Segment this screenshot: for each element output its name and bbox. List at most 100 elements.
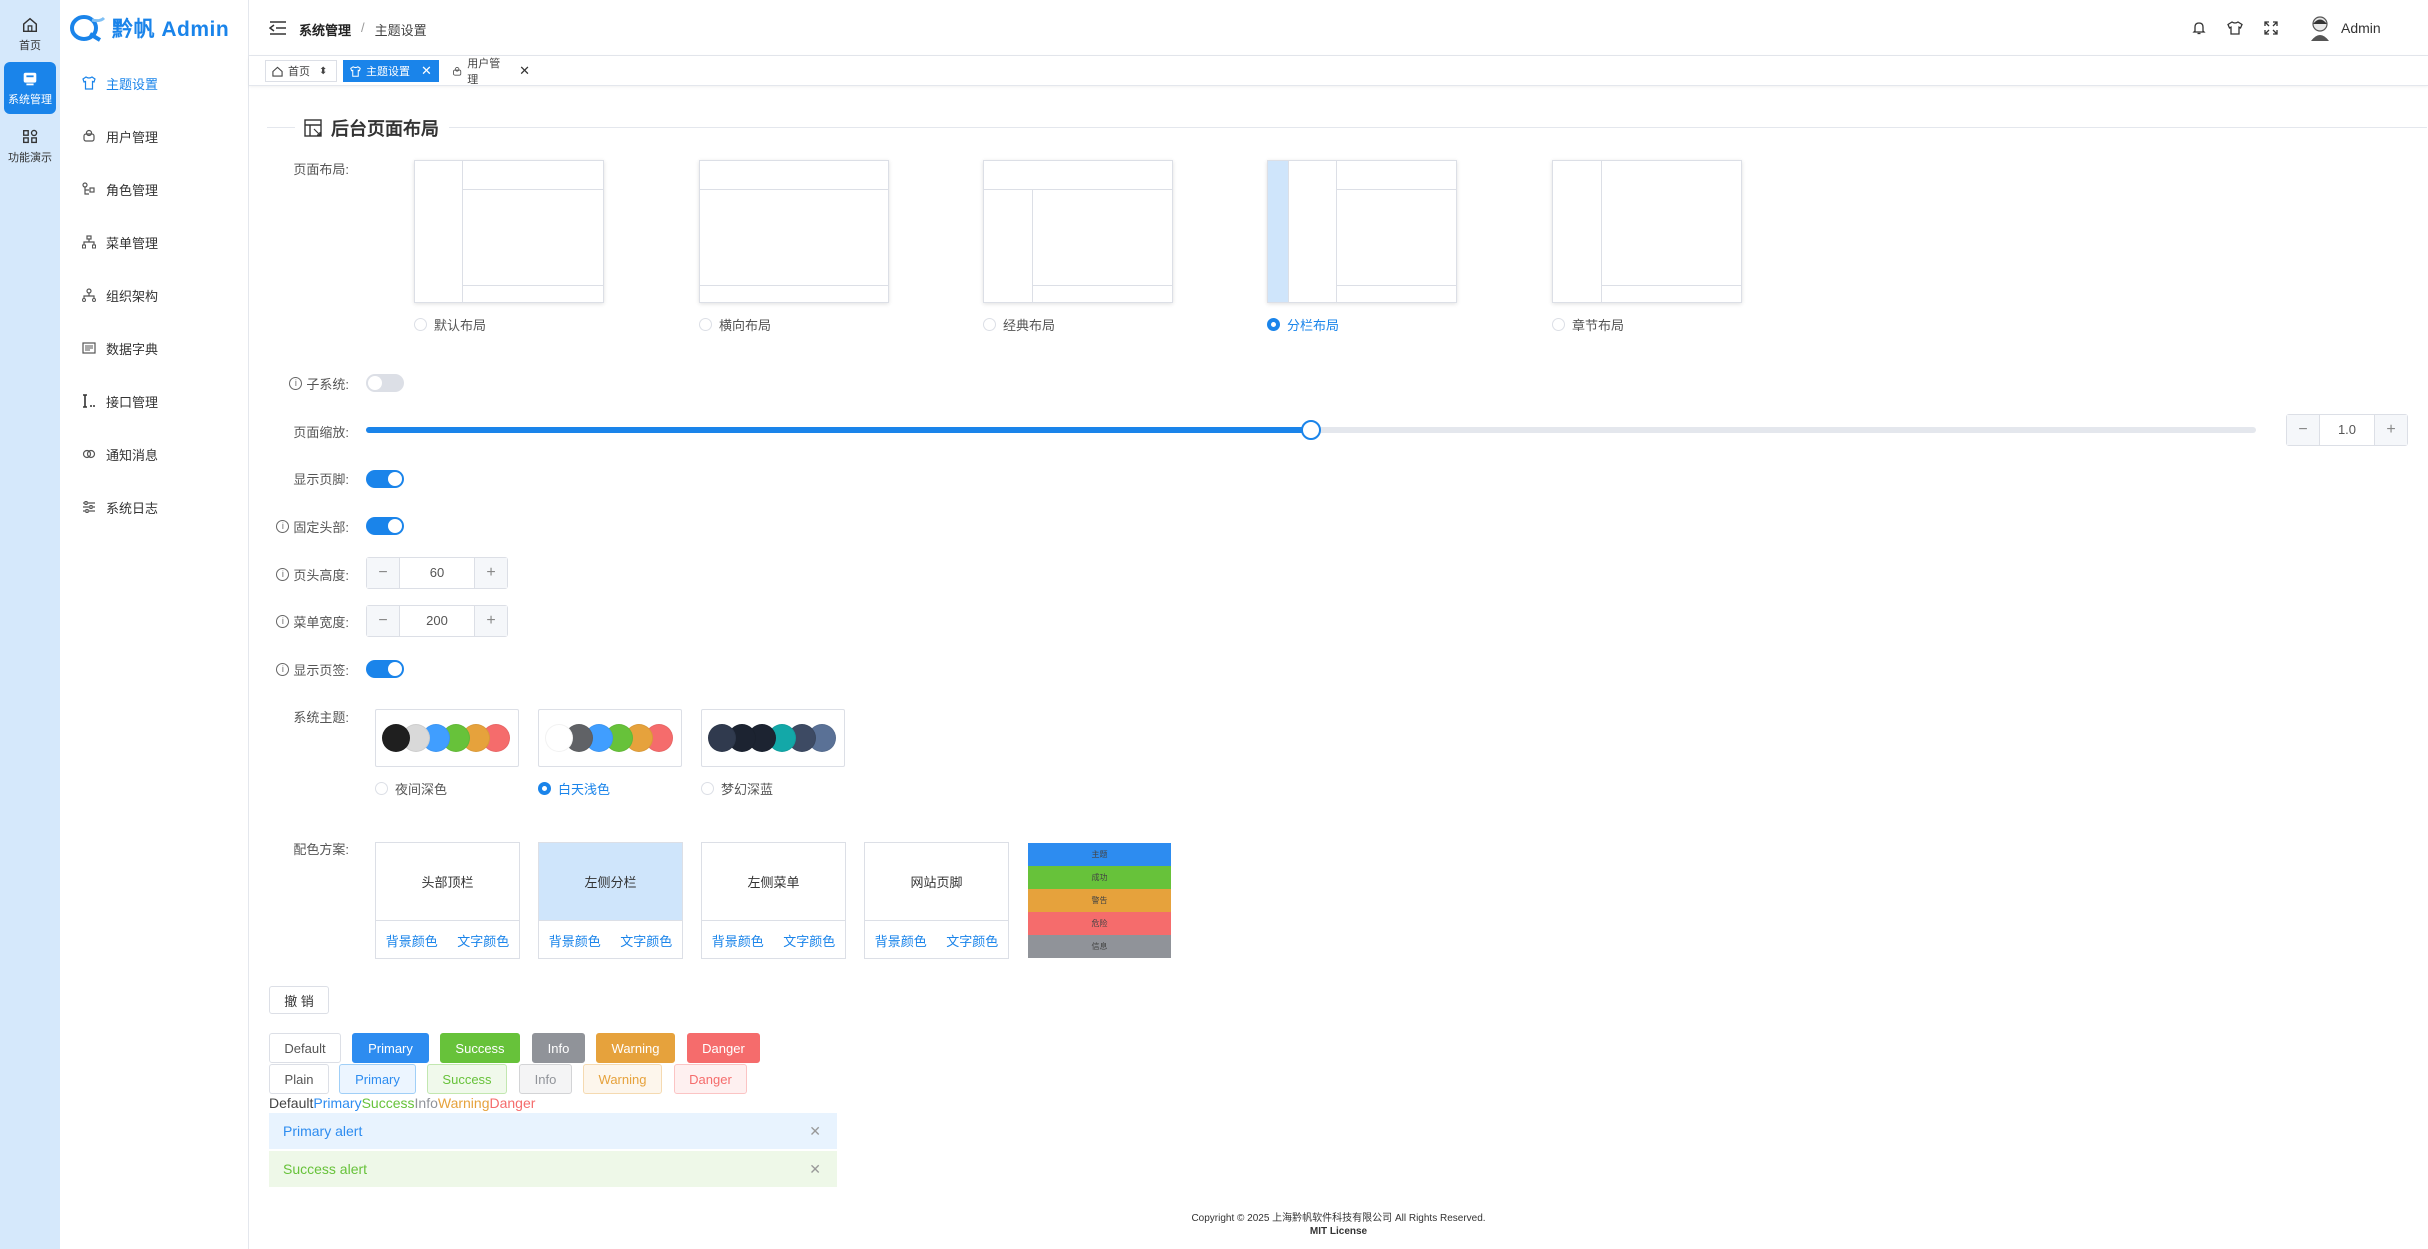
sidebar-item-notice[interactable]: 通知消息	[60, 434, 248, 474]
scheme-card-left-column[interactable]: 左侧分栏 背景颜色 文字颜色	[538, 842, 683, 959]
layout-radio-default[interactable]: 默认布局	[414, 315, 486, 334]
fixed-header-toggle[interactable]	[366, 517, 404, 535]
sidebar-item-users[interactable]: 用户管理	[60, 116, 248, 156]
bg-color-link[interactable]: 背景颜色	[386, 931, 438, 950]
zoom-input[interactable]: 1.0	[2319, 415, 2375, 445]
text-color-link[interactable]: 文字颜色	[457, 931, 509, 950]
layout-card-columns[interactable]	[1267, 160, 1457, 303]
collapse-menu-icon[interactable]	[269, 20, 287, 36]
color-swatch	[708, 724, 736, 752]
rail-item-home[interactable]: 首页	[4, 8, 56, 60]
info-plain-button[interactable]: Info	[519, 1064, 572, 1094]
sidebar-item-theme[interactable]: 主题设置	[60, 63, 248, 103]
user-menu[interactable]: Admin	[2307, 14, 2381, 42]
tab-theme[interactable]: 主题设置 ✕	[343, 60, 439, 82]
info-button[interactable]: Info	[532, 1033, 585, 1063]
close-icon[interactable]: ✕	[421, 63, 432, 79]
primary-button[interactable]: Primary	[352, 1033, 429, 1063]
layout-radio-chapter[interactable]: 章节布局	[1552, 315, 1624, 334]
sidebar-item-api[interactable]: 接口管理	[60, 381, 248, 421]
success-alert: Success alert ✕	[269, 1151, 837, 1187]
scheme-card-footer[interactable]: 网站页脚 背景颜色 文字颜色	[864, 842, 1009, 959]
text-color-link[interactable]: 文字颜色	[783, 931, 835, 950]
show-tabs-toggle[interactable]	[366, 660, 404, 678]
layout-card-chapter[interactable]	[1552, 160, 1742, 303]
theme-card-blue[interactable]	[701, 709, 845, 767]
sidebar-item-dict[interactable]: 数据字典	[60, 328, 248, 368]
scheme-card-left-menu[interactable]: 左侧菜单 背景颜色 文字颜色	[701, 842, 846, 959]
info-icon[interactable]: i	[276, 615, 290, 628]
layout-card-horizontal[interactable]	[699, 160, 889, 303]
rail-item-demo[interactable]: 功能演示	[4, 120, 56, 172]
sidebar-item-org[interactable]: 组织架构	[60, 275, 248, 315]
close-icon[interactable]: ✕	[519, 63, 530, 79]
tab-users[interactable]: 用户管理 ✕	[445, 58, 537, 86]
theme-radio-dark[interactable]: 夜间深色	[375, 779, 447, 798]
minus-icon[interactable]: −	[367, 606, 399, 636]
success-button[interactable]: Success	[440, 1033, 520, 1063]
palette-swatch[interactable]: 主题	[1028, 843, 1171, 866]
layout-card-classic[interactable]	[983, 160, 1173, 303]
tab-home[interactable]: 首页 ⬍	[265, 60, 337, 82]
primary-plain-button[interactable]: Primary	[339, 1064, 416, 1094]
warning-button[interactable]: Warning	[596, 1033, 675, 1063]
radio-circle	[1267, 318, 1280, 331]
header-height-input[interactable]: 60	[399, 558, 475, 588]
info-icon[interactable]: i	[289, 377, 303, 390]
palette-swatch[interactable]: 信息	[1028, 935, 1171, 958]
warning-plain-button[interactable]: Warning	[583, 1064, 662, 1094]
layout-radio-classic[interactable]: 经典布局	[983, 315, 1055, 334]
text-color-link[interactable]: 文字颜色	[946, 931, 998, 950]
logo[interactable]: 黔帆 Admin	[70, 12, 229, 44]
minus-icon[interactable]: −	[2287, 415, 2319, 445]
palette-swatch[interactable]: 成功	[1028, 866, 1171, 889]
plus-icon[interactable]: +	[2375, 415, 2407, 445]
theme-radio-light[interactable]: 白天浅色	[538, 779, 610, 798]
pin-icon[interactable]: ⬍	[319, 66, 327, 77]
footer-toggle[interactable]	[366, 470, 404, 488]
sidebar-item-menus[interactable]: 菜单管理	[60, 222, 248, 262]
theme-icon[interactable]	[2227, 20, 2243, 36]
plus-icon[interactable]: +	[475, 558, 507, 588]
zoom-slider[interactable]	[366, 420, 2256, 440]
undo-button[interactable]: 撤 销	[269, 986, 329, 1014]
info-icon[interactable]: i	[276, 663, 290, 676]
header-height-stepper[interactable]: − 60 +	[366, 557, 508, 589]
text-color-link[interactable]: 文字颜色	[620, 931, 672, 950]
theme-card-light[interactable]	[538, 709, 682, 767]
minus-icon[interactable]: −	[367, 558, 399, 588]
info-icon[interactable]: i	[276, 568, 290, 581]
plain-button[interactable]: Plain	[269, 1064, 329, 1094]
zoom-slider-handle[interactable]	[1301, 420, 1321, 440]
theme-card-dark[interactable]	[375, 709, 519, 767]
plus-icon[interactable]: +	[475, 606, 507, 636]
default-button[interactable]: Default	[269, 1033, 341, 1063]
menu-width-stepper[interactable]: − 200 +	[366, 605, 508, 637]
success-plain-button[interactable]: Success	[427, 1064, 507, 1094]
close-icon[interactable]: ✕	[809, 1123, 821, 1140]
theme-radio-blue[interactable]: 梦幻深蓝	[701, 779, 773, 798]
bg-color-link[interactable]: 背景颜色	[875, 931, 927, 950]
layout-radio-horizontal[interactable]: 横向布局	[699, 315, 771, 334]
breadcrumb-item[interactable]: 系统管理	[299, 20, 351, 39]
sidebar-item-roles[interactable]: 角色管理	[60, 169, 248, 209]
info-icon[interactable]: i	[276, 520, 290, 533]
subsystem-toggle[interactable]	[366, 374, 404, 392]
palette-swatch[interactable]: 危险	[1028, 912, 1171, 935]
sidebar-item-logs[interactable]: 系统日志	[60, 487, 248, 527]
zoom-stepper[interactable]: − 1.0 +	[2286, 414, 2408, 446]
bg-color-link[interactable]: 背景颜色	[549, 931, 601, 950]
fullscreen-icon[interactable]	[2263, 20, 2279, 36]
bell-icon[interactable]	[2191, 20, 2207, 36]
close-icon[interactable]: ✕	[809, 1161, 821, 1178]
menu-width-input[interactable]: 200	[399, 606, 475, 636]
main-content: 后台页面布局 页面布局: 默认布局 横向布局 经典布局 分栏布局 章节布局 i …	[249, 87, 2428, 1249]
danger-plain-button[interactable]: Danger	[674, 1064, 747, 1094]
scheme-card-header[interactable]: 头部顶栏 背景颜色 文字颜色	[375, 842, 520, 959]
palette-swatch[interactable]: 警告	[1028, 889, 1171, 912]
layout-radio-columns[interactable]: 分栏布局	[1267, 315, 1339, 334]
layout-card-default[interactable]	[414, 160, 604, 303]
bg-color-link[interactable]: 背景颜色	[712, 931, 764, 950]
danger-button[interactable]: Danger	[687, 1033, 760, 1063]
rail-item-system[interactable]: 系统管理	[4, 62, 56, 114]
